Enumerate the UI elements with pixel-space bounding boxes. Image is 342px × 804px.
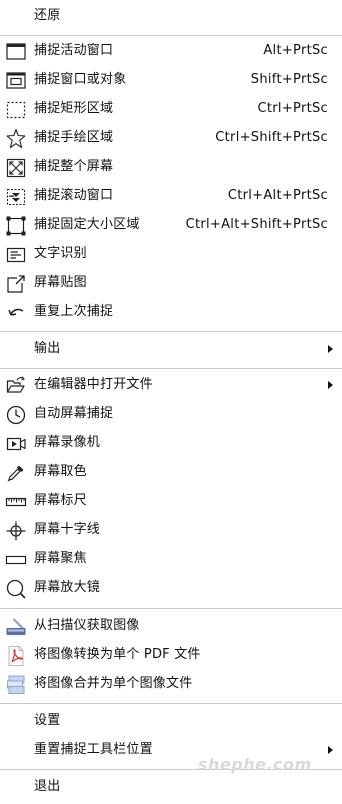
menu-item-label: 屏幕放大镜 — [34, 580, 101, 595]
fullscreen-icon — [5, 157, 27, 179]
menu-item-label: 重复上次捕捉 — [34, 304, 114, 319]
menu-item-settings[interactable]: 设置 — [0, 707, 342, 736]
menu-item-color-picker[interactable]: 屏幕取色 — [0, 458, 342, 487]
menu-separator — [0, 703, 342, 704]
menu-item-label: 文字识别 — [34, 246, 87, 261]
merge-images-icon — [5, 674, 27, 696]
menu-item-label: 屏幕十字线 — [34, 522, 101, 537]
menu-item-repeat-last-capture[interactable]: 重复上次捕捉 — [0, 298, 342, 327]
menu-separator — [0, 368, 342, 369]
menu-item-auto-capture[interactable]: 自动屏幕捕捉 — [0, 400, 342, 429]
menu-item-label: 捕捉固定大小区域 — [34, 217, 140, 232]
repeat-icon — [5, 302, 27, 324]
submenu-arrow-icon — [328, 746, 333, 754]
crosshair-icon — [5, 520, 27, 542]
magnifier-icon — [5, 578, 27, 600]
watermark: shephe.com — [198, 755, 312, 774]
open-folder-icon — [5, 375, 27, 397]
menu-item-capture-rect-region[interactable]: 捕捉矩形区域 Ctrl+PrtSc — [0, 95, 342, 124]
menu-item-label: 将图像转换为单个 PDF 文件 — [34, 647, 201, 662]
focus-bar-icon — [5, 549, 27, 571]
menu-item-label: 自动屏幕捕捉 — [34, 406, 114, 421]
menu-item-label: 退出 — [34, 779, 61, 794]
submenu-arrow-icon — [328, 345, 333, 353]
active-window-icon — [5, 41, 27, 63]
menu-separator — [0, 35, 342, 36]
menu-item-capture-scrolling-window[interactable]: 捕捉滚动窗口 Ctrl+Alt+PrtSc — [0, 182, 342, 211]
menu-item-label: 屏幕聚焦 — [34, 551, 87, 566]
menu-item-magnifier[interactable]: 屏幕放大镜 — [0, 574, 342, 603]
menu-separator — [0, 331, 342, 332]
menu-item-capture-window-or-object[interactable]: 捕捉窗口或对象 Shift+PrtSc — [0, 66, 342, 95]
shortcut-text: Ctrl+Alt+Shift+PrtSc — [185, 217, 328, 232]
pin-image-icon — [5, 273, 27, 295]
menu-item-label: 捕捉整个屏幕 — [34, 159, 114, 174]
menu-item-capture-full-screen[interactable]: 捕捉整个屏幕 — [0, 153, 342, 182]
menu-item-label: 在编辑器中打开文件 — [34, 377, 153, 392]
menu-item-label: 将图像合并为单个图像文件 — [34, 676, 193, 691]
pdf-icon — [5, 645, 27, 667]
fixed-region-icon — [5, 215, 27, 237]
menu-item-convert-to-pdf[interactable]: 将图像转换为单个 PDF 文件 — [0, 641, 342, 670]
eyedropper-icon — [5, 462, 27, 484]
menu-item-screen-recorder[interactable]: 屏幕录像机 — [0, 429, 342, 458]
menu-item-label: 还原 — [34, 8, 61, 23]
menu-item-label: 捕捉手绘区域 — [34, 130, 114, 145]
shortcut-text: Shift+PrtSc — [250, 72, 328, 87]
menu-item-restore[interactable]: 还原 — [0, 2, 342, 31]
menu-item-capture-freehand-region[interactable]: 捕捉手绘区域 Ctrl+Shift+PrtSc — [0, 124, 342, 153]
menu-item-capture-fixed-region[interactable]: 捕捉固定大小区域 Ctrl+Alt+Shift+PrtSc — [0, 211, 342, 240]
menu-item-text-recognition[interactable]: 文字识别 — [0, 240, 342, 269]
menu-item-acquire-from-scanner[interactable]: 从扫描仪获取图像 — [0, 612, 342, 641]
menu-item-label: 捕捉活动窗口 — [34, 43, 114, 58]
shortcut-text: Alt+PrtSc — [263, 43, 328, 58]
menu-item-label: 捕捉滚动窗口 — [34, 188, 114, 203]
menu-separator — [0, 608, 342, 609]
shortcut-text: Ctrl+Alt+PrtSc — [227, 188, 328, 203]
menu-item-label: 屏幕标尺 — [34, 493, 87, 508]
menu-item-merge-images[interactable]: 将图像合并为单个图像文件 — [0, 670, 342, 699]
menu-item-crosshair[interactable]: 屏幕十字线 — [0, 516, 342, 545]
menu-item-label: 捕捉矩形区域 — [34, 101, 114, 116]
menu-item-output[interactable]: 输出 — [0, 335, 342, 364]
menu-item-screen-focus[interactable]: 屏幕聚焦 — [0, 545, 342, 574]
ruler-icon — [5, 491, 27, 513]
menu-item-exit[interactable]: 退出 — [0, 773, 342, 802]
menu-item-ruler[interactable]: 屏幕标尺 — [0, 487, 342, 516]
menu-item-label: 设置 — [34, 713, 61, 728]
freehand-star-icon — [5, 128, 27, 150]
menu-item-open-in-editor[interactable]: 在编辑器中打开文件 — [0, 371, 342, 400]
menu-item-pin-screen[interactable]: 屏幕贴图 — [0, 269, 342, 298]
menu-item-label: 从扫描仪获取图像 — [34, 618, 140, 633]
context-menu: 还原 捕捉活动窗口 Alt+PrtSc 捕捉窗口或对象 Shift+PrtSc … — [0, 0, 342, 804]
menu-item-label: 输出 — [34, 341, 61, 356]
scanner-icon — [5, 616, 27, 638]
window-object-icon — [5, 70, 27, 92]
menu-item-label: 重置捕捉工具栏位置 — [34, 742, 153, 757]
submenu-arrow-icon — [328, 381, 333, 389]
menu-item-label: 屏幕取色 — [34, 464, 87, 479]
scroll-window-icon — [5, 186, 27, 208]
text-recognition-icon — [5, 244, 27, 266]
menu-item-capture-active-window[interactable]: 捕捉活动窗口 Alt+PrtSc — [0, 37, 342, 66]
menu-item-label: 屏幕录像机 — [34, 435, 101, 450]
shortcut-text: Ctrl+PrtSc — [257, 101, 328, 116]
dotted-rectangle-icon — [5, 99, 27, 121]
shortcut-text: Ctrl+Shift+PrtSc — [215, 130, 328, 145]
clock-icon — [5, 404, 27, 426]
video-camera-icon — [5, 433, 27, 455]
menu-item-label: 屏幕贴图 — [34, 275, 87, 290]
menu-item-label: 捕捉窗口或对象 — [34, 72, 127, 87]
